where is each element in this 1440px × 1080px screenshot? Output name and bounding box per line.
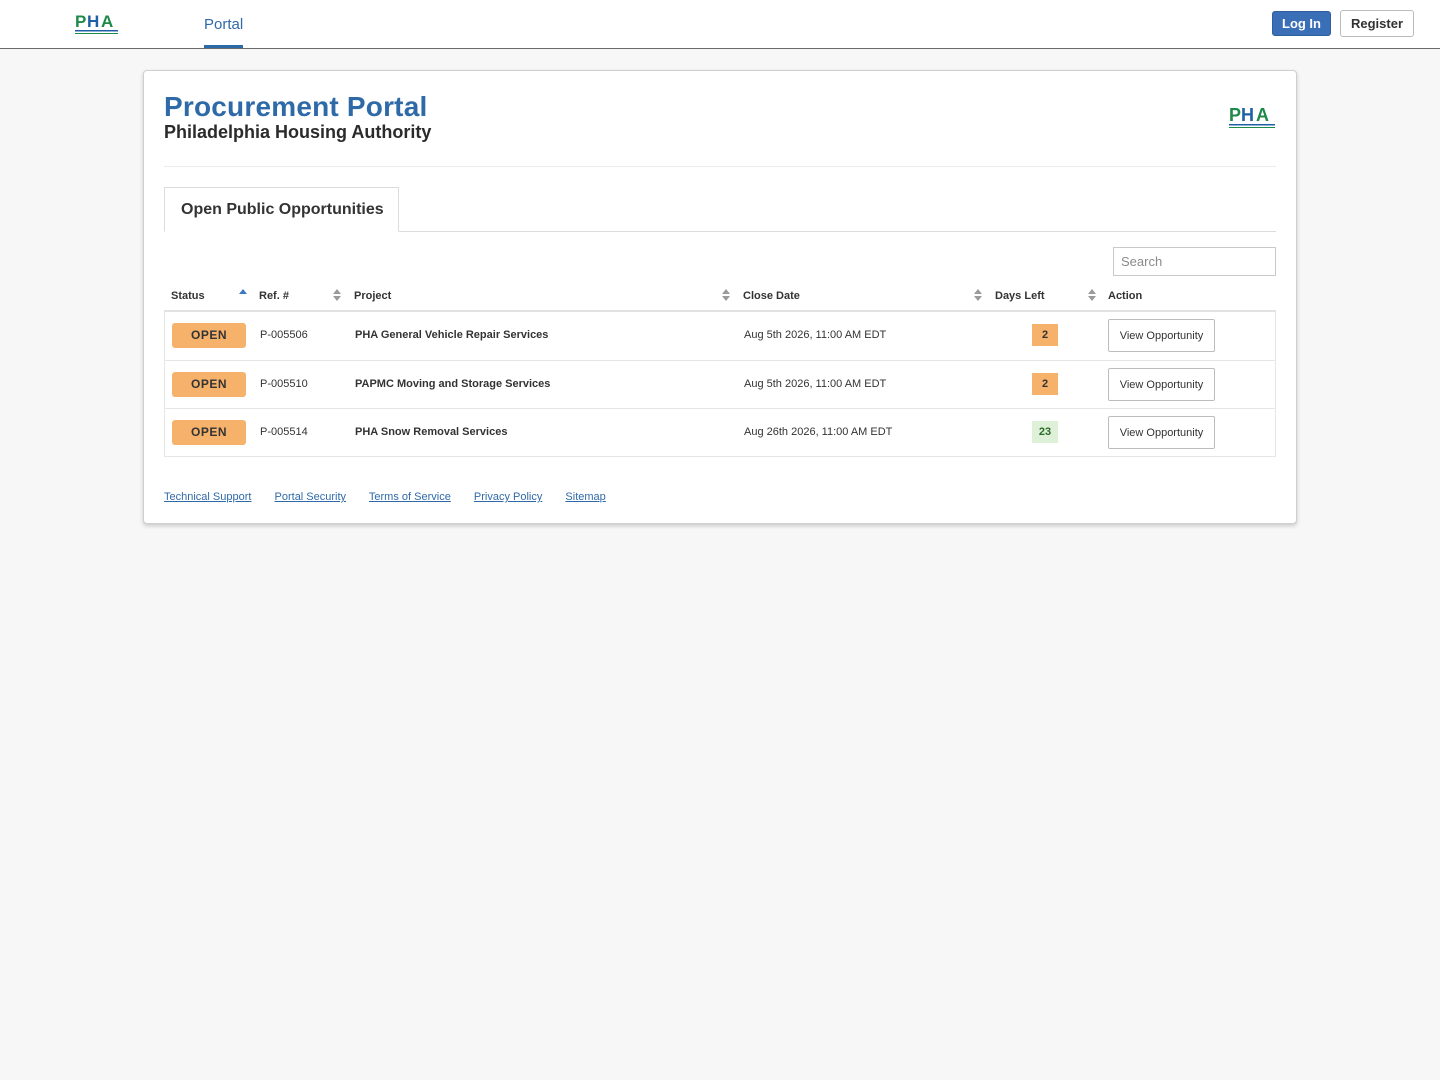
- top-navbar: P H A Portal Log In Register: [0, 0, 1440, 49]
- footer-link-portal-security[interactable]: Portal Security: [275, 491, 347, 503]
- project-name: PHA General Vehicle Repair Services: [355, 329, 549, 341]
- pha-logo-icon[interactable]: P H A: [74, 12, 120, 36]
- close-date: Aug 5th 2026, 11:00 AM EDT: [744, 378, 887, 390]
- project-name: PAPMC Moving and Storage Services: [355, 378, 551, 390]
- days-left-badge: 23: [1032, 421, 1058, 443]
- portal-card: Procurement Portal Philadelphia Housing …: [143, 70, 1297, 524]
- table-row: OPEN P-005506 PHA General Vehicle Repair…: [165, 312, 1275, 360]
- login-button[interactable]: Log In: [1272, 11, 1331, 36]
- ref-number: P-005514: [260, 426, 308, 438]
- status-badge: OPEN: [172, 323, 246, 348]
- table-body: OPEN P-005506 PHA General Vehicle Repair…: [164, 312, 1276, 457]
- ref-number: P-005506: [260, 329, 308, 341]
- footer-links: Technical Support Portal Security Terms …: [164, 491, 626, 503]
- table-header: Status Ref. # Project Close Date Days Le…: [164, 281, 1276, 312]
- page-title: Procurement Portal: [164, 91, 428, 122]
- pha-logo-icon: P H A: [1229, 105, 1275, 128]
- column-header-ref[interactable]: Ref. #: [259, 290, 289, 302]
- tab-open-public-opportunities[interactable]: Open Public Opportunities: [164, 187, 399, 232]
- sort-both-icon[interactable]: [1088, 288, 1096, 302]
- svg-text:A: A: [1256, 105, 1269, 125]
- opportunities-table: Status Ref. # Project Close Date Days Le…: [164, 281, 1276, 457]
- column-header-close-date[interactable]: Close Date: [743, 290, 800, 302]
- close-date: Aug 26th 2026, 11:00 AM EDT: [744, 426, 893, 438]
- footer-link-sitemap[interactable]: Sitemap: [565, 491, 605, 503]
- sort-both-icon[interactable]: [722, 288, 730, 302]
- days-left-badge: 2: [1032, 373, 1058, 395]
- svg-text:P: P: [75, 12, 86, 31]
- ref-number: P-005510: [260, 378, 308, 390]
- sort-both-icon[interactable]: [974, 288, 982, 302]
- status-badge: OPEN: [172, 420, 246, 445]
- days-left-badge: 2: [1032, 324, 1058, 346]
- page-subtitle: Philadelphia Housing Authority: [164, 122, 432, 142]
- sort-both-icon[interactable]: [333, 288, 341, 302]
- register-button[interactable]: Register: [1340, 10, 1414, 37]
- column-header-project[interactable]: Project: [354, 290, 391, 302]
- nav-tab-portal[interactable]: Portal: [204, 0, 244, 48]
- table-row: OPEN P-005510 PAPMC Moving and Storage S…: [165, 360, 1275, 408]
- view-opportunity-button[interactable]: View Opportunity: [1108, 319, 1215, 352]
- sort-ascending-icon[interactable]: [239, 288, 247, 302]
- header-divider: [164, 166, 1276, 167]
- search-input[interactable]: [1113, 247, 1276, 276]
- svg-text:A: A: [101, 12, 113, 31]
- column-header-days-left[interactable]: Days Left: [995, 290, 1045, 302]
- svg-text:P: P: [1229, 105, 1241, 125]
- close-date: Aug 5th 2026, 11:00 AM EDT: [744, 329, 887, 341]
- footer-link-technical-support[interactable]: Technical Support: [164, 491, 251, 503]
- project-name: PHA Snow Removal Services: [355, 426, 508, 438]
- table-row: OPEN P-005514 PHA Snow Removal Services …: [165, 408, 1275, 456]
- status-badge: OPEN: [172, 372, 246, 397]
- svg-text:H: H: [87, 12, 99, 31]
- view-opportunity-button[interactable]: View Opportunity: [1108, 368, 1215, 401]
- column-header-status[interactable]: Status: [171, 290, 205, 302]
- svg-text:H: H: [1241, 105, 1254, 125]
- footer-link-terms-of-service[interactable]: Terms of Service: [369, 491, 451, 503]
- column-header-action: Action: [1108, 290, 1143, 302]
- view-opportunity-button[interactable]: View Opportunity: [1108, 416, 1215, 449]
- footer-link-privacy-policy[interactable]: Privacy Policy: [474, 491, 542, 503]
